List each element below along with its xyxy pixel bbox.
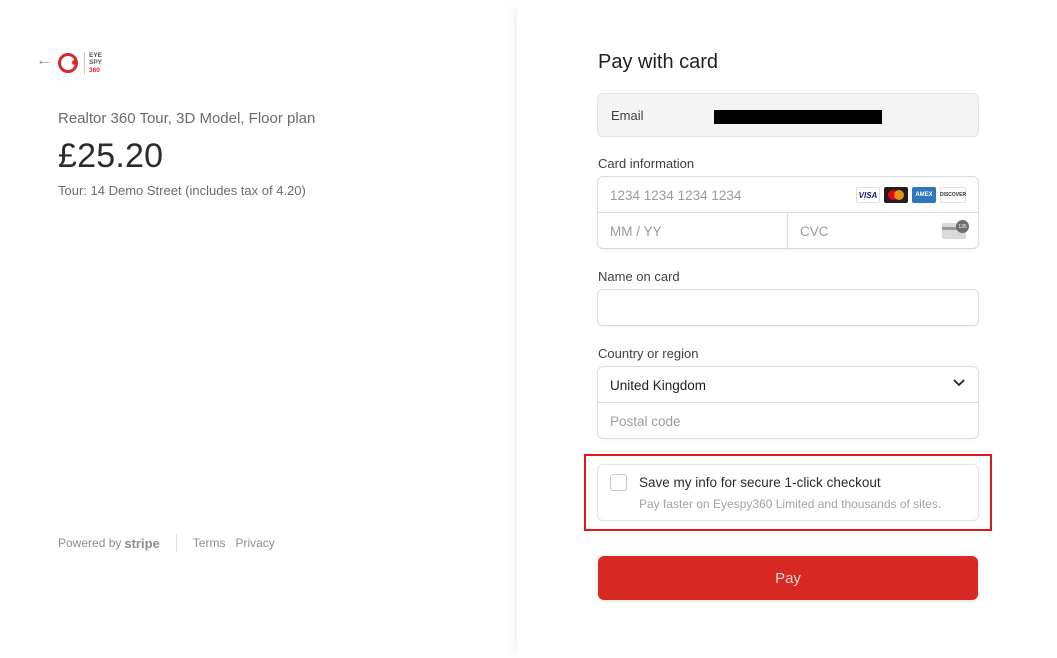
- postal-code-placeholder: Postal code: [610, 414, 681, 429]
- card-number-placeholder: 1234 1234 1234 1234: [610, 188, 742, 203]
- email-field[interactable]: Email: [597, 93, 979, 137]
- logo-line: SPY: [89, 59, 103, 67]
- card-info-label: Card information: [598, 156, 695, 171]
- privacy-link[interactable]: Privacy: [235, 536, 274, 550]
- expiry-input[interactable]: MM / YY: [598, 213, 788, 250]
- footer-divider: [175, 534, 177, 552]
- save-info-subtitle: Pay faster on Eyespy360 Limited and thou…: [639, 497, 942, 511]
- save-info-checkbox[interactable]: [610, 474, 627, 491]
- card-brands: VISA AMEX DISCOVER: [856, 187, 966, 203]
- mastercard-icon: [884, 187, 908, 203]
- card-info-group: 1234 1234 1234 1234 VISA AMEX DISCOVER M…: [597, 176, 979, 250]
- price: £25.20: [58, 137, 164, 175]
- logo-text: EYE SPY 360: [89, 52, 102, 75]
- country-label: Country or region: [598, 346, 699, 361]
- arrow-left-icon[interactable]: ←: [36, 52, 52, 70]
- name-on-card-input[interactable]: [597, 289, 979, 326]
- chevron-down-icon: [953, 379, 965, 386]
- logo-line: EYE: [89, 51, 103, 59]
- terms-link[interactable]: Terms: [193, 536, 226, 550]
- country-select[interactable]: United Kingdom: [598, 367, 978, 403]
- price-subtitle: Tour: 14 Demo Street (includes tax of 4.…: [58, 183, 306, 198]
- stripe-logo[interactable]: stripe: [124, 536, 159, 551]
- email-value-redacted: [714, 110, 882, 124]
- pay-button[interactable]: Pay: [598, 556, 978, 600]
- postal-code-input[interactable]: Postal code: [598, 403, 978, 440]
- cvc-card-icon: [942, 220, 969, 239]
- country-value: United Kingdom: [610, 378, 707, 393]
- footer: Powered by stripe Terms Privacy: [58, 534, 285, 552]
- cvc-placeholder: CVC: [800, 224, 829, 239]
- logo-ring-icon: [58, 53, 78, 73]
- expiry-placeholder: MM / YY: [610, 224, 662, 239]
- logo-divider: [84, 52, 85, 74]
- pay-title: Pay with card: [598, 51, 719, 73]
- discover-icon: DISCOVER: [940, 187, 966, 203]
- email-label: Email: [611, 108, 644, 123]
- payment-pane: Pay with card Email Card information 123…: [517, 0, 1057, 658]
- merchant-logo: EYE SPY 360: [58, 50, 102, 76]
- product-name: Realtor 360 Tour, 3D Model, Floor plan: [58, 110, 316, 127]
- save-info-title: Save my info for secure 1-click checkout: [639, 475, 881, 490]
- card-number-input[interactable]: 1234 1234 1234 1234 VISA AMEX DISCOVER: [598, 177, 978, 213]
- order-summary-pane: ← EYE SPY 360 Realtor 360 Tour, 3D Model…: [0, 0, 517, 658]
- visa-icon: VISA: [856, 187, 880, 203]
- logo-line: 360: [89, 66, 100, 74]
- name-on-card-label: Name on card: [598, 269, 680, 284]
- cvc-input[interactable]: CVC: [788, 213, 978, 250]
- save-info-option[interactable]: Save my info for secure 1-click checkout…: [597, 464, 979, 521]
- country-group: United Kingdom Postal code: [597, 366, 979, 439]
- amex-icon: AMEX: [912, 187, 936, 203]
- powered-by-text: Powered by: [58, 536, 122, 550]
